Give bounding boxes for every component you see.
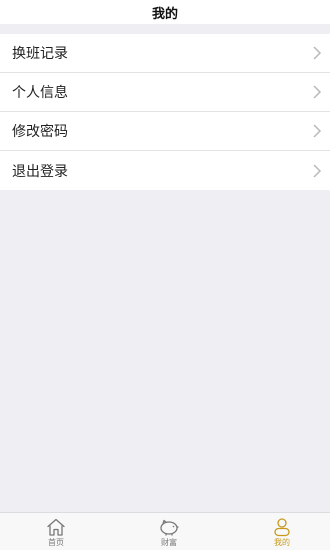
tab-label: 我的 bbox=[274, 538, 290, 547]
chevron-right-icon bbox=[313, 124, 322, 138]
home-icon bbox=[47, 518, 65, 536]
menu-item-label: 换班记录 bbox=[12, 46, 68, 62]
tab-mine[interactable]: 我的 bbox=[252, 517, 312, 548]
tab-wealth[interactable]: 财富 bbox=[139, 517, 199, 548]
menu-item-personal-info[interactable]: 个人信息 bbox=[0, 73, 330, 112]
tab-label: 首页 bbox=[48, 538, 64, 547]
tab-bar: 首页 财富 我的 bbox=[0, 512, 330, 550]
nav-bar: 我的 bbox=[0, 0, 330, 24]
chevron-right-icon bbox=[313, 163, 322, 178]
menu-item-shift-records[interactable]: 换班记录 bbox=[0, 34, 330, 73]
piggy-bank-icon bbox=[160, 519, 179, 536]
menu-item-logout[interactable]: 退出登录 bbox=[0, 151, 330, 190]
user-icon bbox=[274, 518, 290, 537]
chevron-right-icon bbox=[313, 46, 322, 60]
tab-home[interactable]: 首页 bbox=[26, 517, 86, 548]
chevron-right-icon bbox=[313, 85, 322, 99]
menu-item-label: 个人信息 bbox=[12, 85, 68, 101]
tab-label: 财富 bbox=[161, 538, 177, 547]
page-title: 我的 bbox=[151, 6, 178, 22]
settings-menu: 换班记录 个人信息 修改密码 退出登录 bbox=[0, 34, 330, 190]
menu-item-change-password[interactable]: 修改密码 bbox=[0, 112, 330, 151]
menu-item-label: 退出登录 bbox=[12, 163, 68, 180]
menu-item-label: 修改密码 bbox=[12, 124, 68, 140]
